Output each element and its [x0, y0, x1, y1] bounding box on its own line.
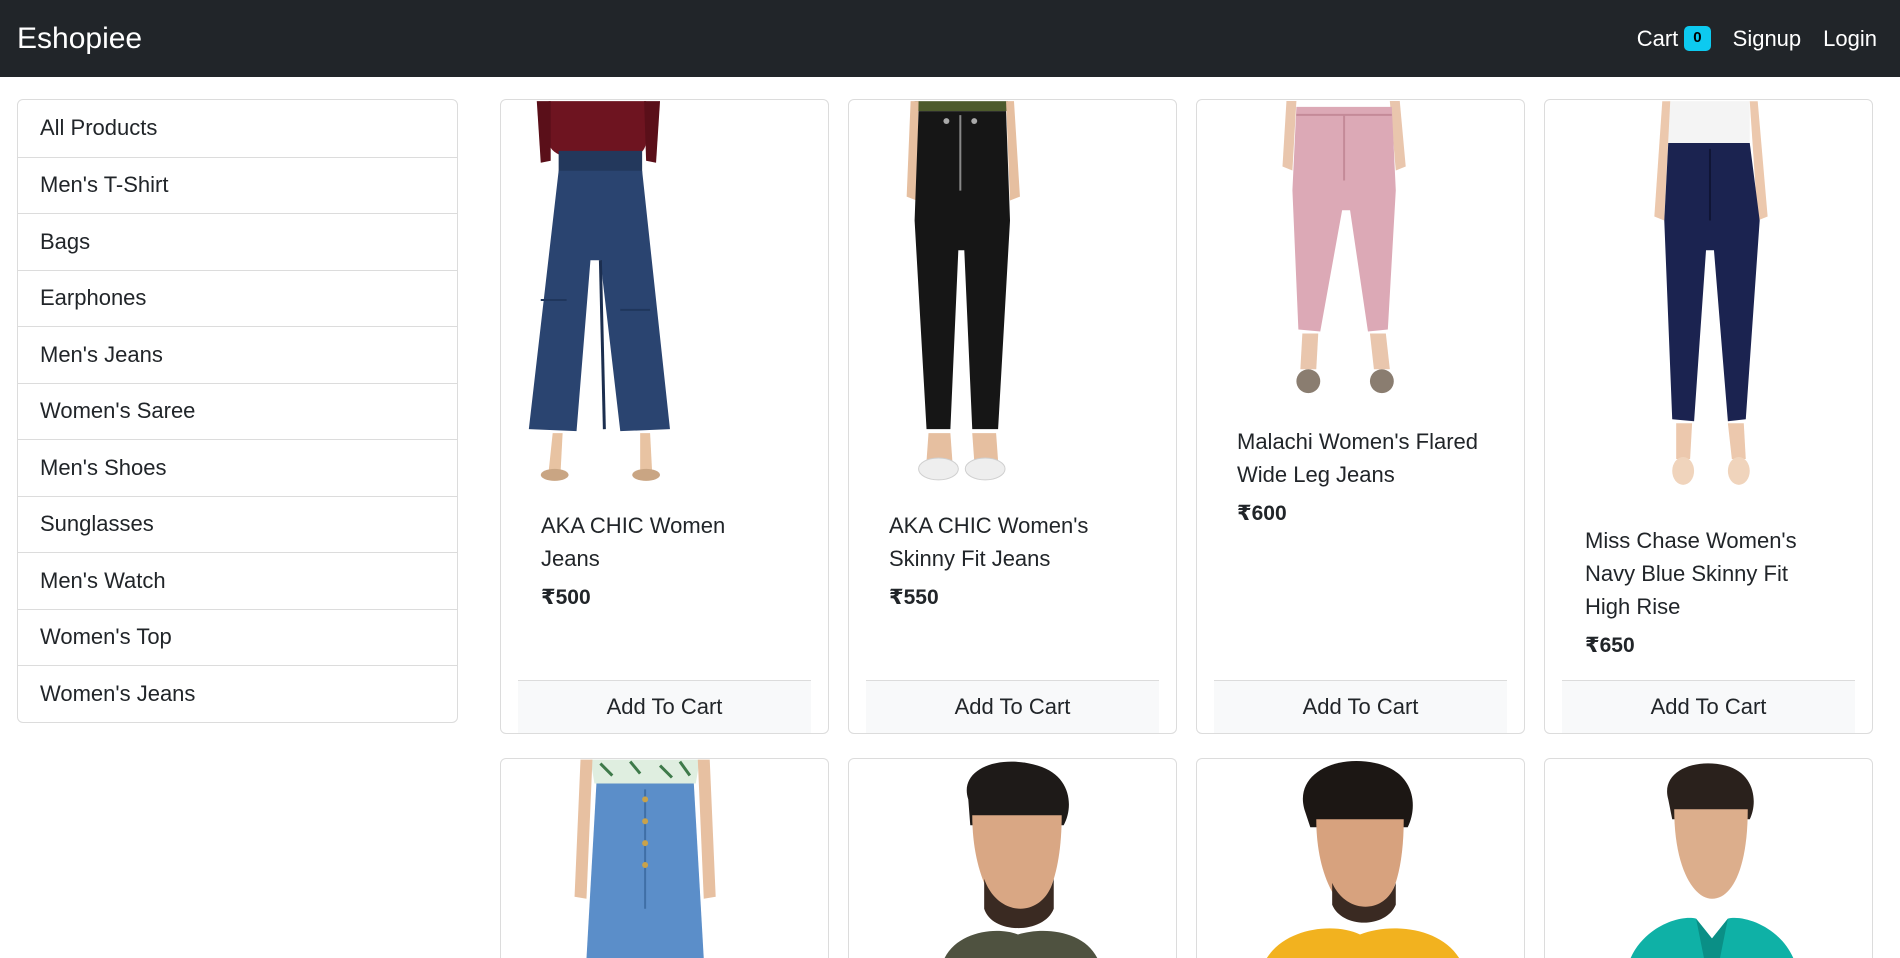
category-item-womens-saree[interactable]: Women's Saree: [18, 382, 457, 440]
product-image[interactable]: [501, 759, 828, 958]
product-card: AKA CHIC Women Jeans ₹500 Add To Cart: [500, 99, 829, 734]
brand-logo[interactable]: Eshopiee: [17, 22, 142, 56]
add-to-cart-button[interactable]: Add To Cart: [518, 680, 811, 733]
login-link[interactable]: Login: [1823, 26, 1877, 52]
product-image[interactable]: [501, 100, 828, 485]
category-item-earphones[interactable]: Earphones: [18, 269, 457, 327]
product-body: AKA CHIC Women Jeans ₹500: [501, 485, 828, 610]
product-card: Malachi Women's Flared Wide Leg Jeans ₹6…: [1196, 99, 1525, 734]
cart-count-badge: 0: [1684, 26, 1711, 51]
nav-links: Cart 0 Signup Login: [1637, 26, 1877, 52]
signup-link[interactable]: Signup: [1733, 26, 1802, 52]
product-card: [1544, 758, 1873, 958]
category-item-womens-jeans[interactable]: Women's Jeans: [18, 665, 457, 722]
product-image[interactable]: [1197, 759, 1524, 958]
navbar: Eshopiee Cart 0 Signup Login: [0, 0, 1900, 77]
cart-label: Cart: [1636, 25, 1679, 51]
product-price: ₹500: [541, 586, 591, 609]
product-body: AKA CHIC Women's Skinny Fit Jeans ₹550: [849, 485, 1176, 610]
category-item-all-products[interactable]: All Products: [18, 100, 457, 157]
product-image[interactable]: [849, 759, 1176, 958]
product-body: Malachi Women's Flared Wide Leg Jeans ₹6…: [1197, 411, 1524, 526]
product-body: Miss Chase Women's Navy Blue Skinny Fit …: [1545, 494, 1872, 658]
product-grid: AKA CHIC Women Jeans ₹500 Add To Cart AK…: [500, 99, 1876, 958]
add-to-cart-button[interactable]: Add To Cart: [1562, 680, 1855, 733]
product-image[interactable]: [1545, 759, 1872, 958]
product-card: [1196, 758, 1525, 958]
add-to-cart-button[interactable]: Add To Cart: [866, 680, 1159, 733]
category-item-womens-top[interactable]: Women's Top: [18, 608, 457, 666]
product-title: AKA CHIC Women's Skinny Fit Jeans: [889, 513, 1089, 571]
category-item-sunglasses[interactable]: Sunglasses: [18, 495, 457, 553]
cart-link[interactable]: Cart 0: [1637, 26, 1711, 52]
category-item-bags[interactable]: Bags: [18, 213, 457, 270]
product-card: [848, 758, 1177, 958]
category-item-mens-shoes[interactable]: Men's Shoes: [18, 439, 457, 496]
product-title: Malachi Women's Flared Wide Leg Jeans: [1237, 429, 1478, 487]
product-card: Miss Chase Women's Navy Blue Skinny Fit …: [1544, 99, 1873, 734]
category-list: All Products Men's T-Shirt Bags Earphone…: [17, 99, 458, 723]
category-item-mens-jeans[interactable]: Men's Jeans: [18, 326, 457, 383]
product-title: Miss Chase Women's Navy Blue Skinny Fit …: [1585, 528, 1797, 619]
product-image[interactable]: [1197, 100, 1524, 411]
add-to-cart-button[interactable]: Add To Cart: [1214, 680, 1507, 733]
category-item-mens-tshirt[interactable]: Men's T-Shirt: [18, 156, 457, 214]
product-price: ₹600: [1237, 502, 1287, 525]
product-card: AKA CHIC Women's Skinny Fit Jeans ₹550 A…: [848, 99, 1177, 734]
product-image[interactable]: [849, 100, 1176, 485]
product-card: [500, 758, 829, 958]
product-price: ₹650: [1585, 634, 1635, 657]
product-price: ₹550: [889, 586, 939, 609]
product-title: AKA CHIC Women Jeans: [541, 513, 726, 571]
product-image[interactable]: [1545, 100, 1872, 494]
category-item-mens-watch[interactable]: Men's Watch: [18, 552, 457, 609]
